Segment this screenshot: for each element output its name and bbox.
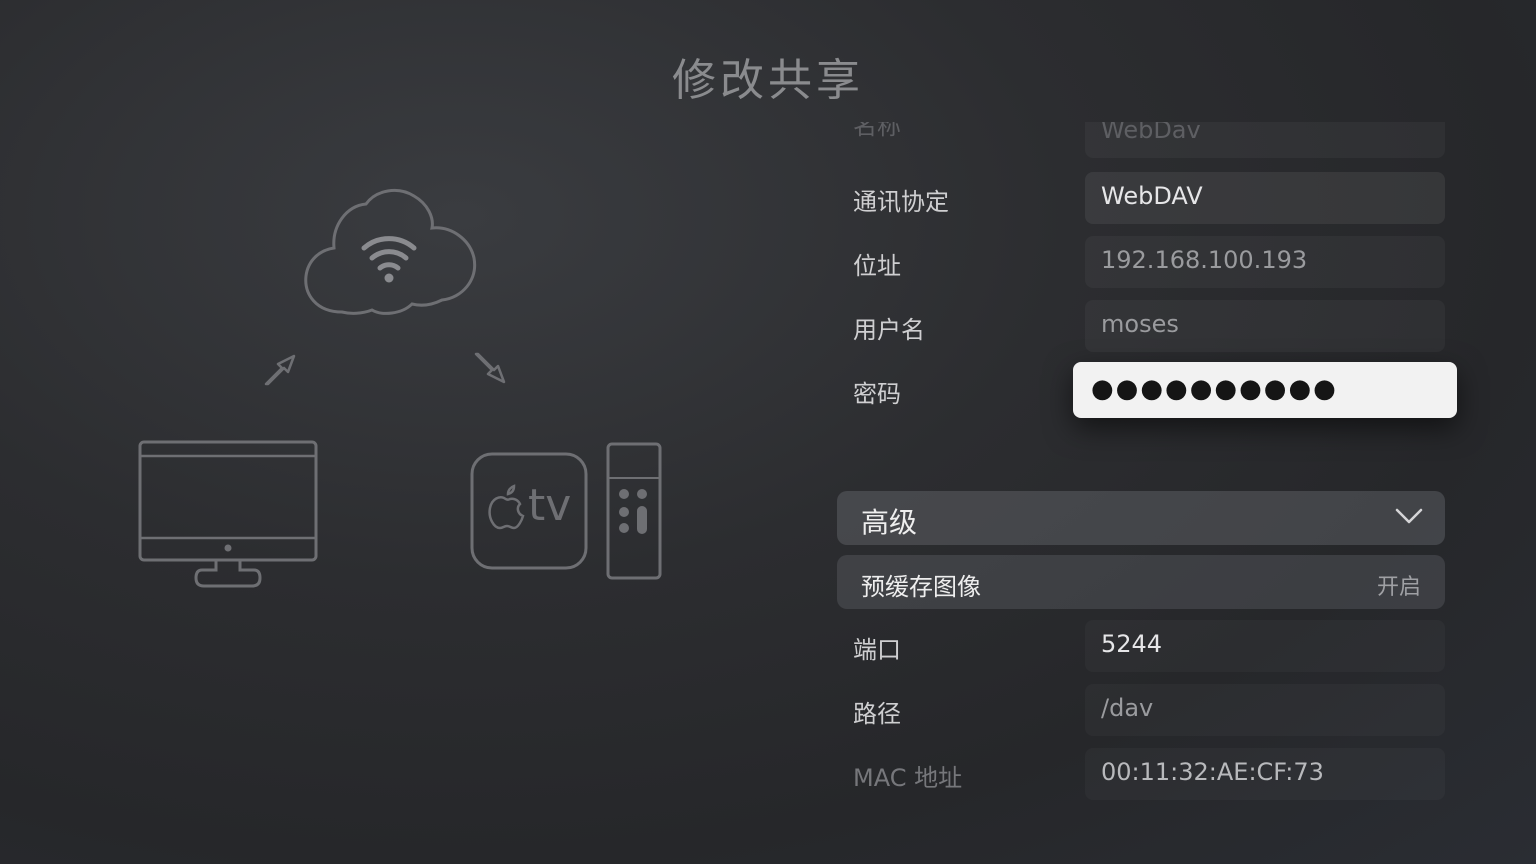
name-label: 名称 <box>853 122 901 140</box>
port-field[interactable]: 5244 <box>1085 620 1445 672</box>
path-label: 路径 <box>853 700 901 728</box>
mac-field: 00:11:32:AE:CF:73 <box>1085 748 1445 800</box>
password-field[interactable]: ●●●●●●●●●● <box>1073 362 1457 418</box>
precache-value: 开启 <box>1376 575 1421 600</box>
arrow-down-right-icon <box>474 352 506 384</box>
monitor-icon <box>138 440 318 588</box>
username-label: 用户名 <box>853 316 925 344</box>
address-row[interactable]: 位址 192.168.100.193 <box>837 236 1445 288</box>
protocol-field[interactable]: WebDAV <box>1085 172 1445 224</box>
cloud-wifi-icon <box>304 188 477 315</box>
path-field[interactable]: /dav <box>1085 684 1445 736</box>
advanced-section-toggle[interactable]: 高级 <box>837 491 1445 545</box>
share-form: 名称 WebDav 通讯协定 WebDAV 位址 192.168.100.193… <box>837 110 1457 830</box>
protocol-label: 通讯协定 <box>853 188 949 216</box>
username-field[interactable]: moses <box>1085 300 1445 352</box>
illustration: tv <box>120 180 680 600</box>
password-label: 密码 <box>853 380 901 408</box>
protocol-row[interactable]: 通讯协定 WebDAV <box>837 172 1445 224</box>
name-field[interactable]: WebDav <box>1085 122 1445 158</box>
name-row[interactable]: 名称 WebDav <box>837 122 1445 162</box>
path-row[interactable]: 路径 /dav <box>837 684 1445 736</box>
arrow-up-left-icon <box>264 354 296 386</box>
port-row[interactable]: 端口 5244 <box>837 620 1445 672</box>
precache-label: 预缓存图像 <box>861 573 981 601</box>
port-label: 端口 <box>853 636 901 664</box>
precache-images-toggle[interactable]: 预缓存图像 开启 <box>837 555 1445 609</box>
address-label: 位址 <box>853 252 901 280</box>
username-row[interactable]: 用户名 moses <box>837 300 1445 352</box>
advanced-label: 高级 <box>861 506 918 539</box>
page-title: 修改共享 <box>672 55 864 106</box>
remote-icon <box>606 442 662 580</box>
apple-tv-text: tv <box>528 480 572 531</box>
mac-label: MAC 地址 <box>853 764 963 792</box>
chevron-down-icon <box>1395 508 1423 524</box>
mac-row: MAC 地址 00:11:32:AE:CF:73 <box>837 748 1445 800</box>
address-field[interactable]: 192.168.100.193 <box>1085 236 1445 288</box>
